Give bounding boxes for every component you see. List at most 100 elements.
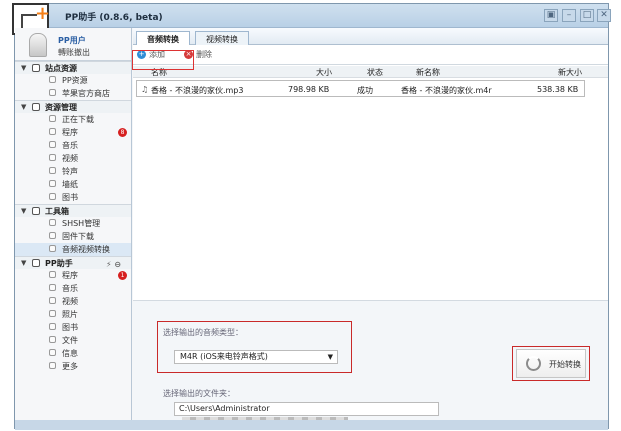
sidebar-section-resource-manager[interactable]: ▼ 资源管理 — [15, 100, 131, 113]
app-icon — [49, 128, 56, 135]
sidebar-section-toolbox[interactable]: ▼ 工具箱 — [15, 204, 131, 217]
book-icon — [49, 323, 56, 330]
window-title: PP助手 (0.8.6, beta) — [65, 13, 163, 23]
avatar[interactable] — [29, 33, 47, 57]
size-header[interactable]: 大小 — [316, 67, 332, 78]
sidebar-item-pp-programs[interactable]: 程序 1 — [15, 269, 131, 282]
sidebar-item-pp-files[interactable]: 文件 — [15, 334, 131, 347]
sidebar-item-audio-video-convert[interactable]: 音频视频转换 — [15, 243, 131, 256]
file-name-cell: 香格 - 不浪漫的家伙.mp3 — [151, 86, 244, 95]
close-button[interactable]: ✕ — [597, 9, 611, 22]
sidebar-item-pp-music[interactable]: 音乐 — [15, 282, 131, 295]
sidebar-item-label: 程序 — [62, 271, 78, 280]
video-icon — [49, 154, 56, 161]
store-icon — [49, 89, 56, 96]
output-folder-field[interactable]: C:\Users\Administrator — [174, 402, 439, 425]
sidebar-item-label: 图书 — [62, 323, 78, 332]
new-size-cell: 538.38 KB — [537, 85, 579, 94]
sidebar-item-wallpaper[interactable]: 墙纸 — [15, 178, 131, 191]
logout-link[interactable]: 轉账撤出 — [58, 47, 90, 58]
sidebar-item-label: PP资源 — [62, 76, 88, 85]
firmware-icon — [49, 232, 56, 239]
sidebar-item-pp-books[interactable]: 图书 — [15, 321, 131, 334]
sidebar-item-pp-video[interactable]: 视频 — [15, 295, 131, 308]
music-icon — [49, 284, 56, 291]
sidebar-item-label: 墙纸 — [62, 180, 78, 189]
device-icon — [32, 259, 40, 267]
table-header: 名称 大小 状态 新名称 新大小 — [133, 66, 608, 78]
sidebar-item-label: 照片 — [62, 310, 78, 319]
sidebar-item-programs[interactable]: 程序 8 — [15, 126, 131, 139]
sidebar-item-music[interactable]: 音乐 — [15, 139, 131, 152]
sidebar-section-pp-assistant[interactable]: ▼ PP助手 ⚡ ⊖ — [15, 256, 131, 269]
manager-icon — [32, 103, 40, 111]
sidebar-item-label: 铃声 — [62, 167, 78, 176]
sidebar-item-label: 正在下载 — [62, 115, 94, 124]
sidebar-item-video[interactable]: 视频 — [15, 152, 131, 165]
photo-icon — [49, 310, 56, 317]
main-panel: 音频转换 视频转换 + 添加 × 删除 名称 大小 状态 新名称 新大小 ♫ 香格 … — [133, 28, 608, 428]
music-icon — [49, 141, 56, 148]
sidebar-item-pp-photos[interactable]: 照片 — [15, 308, 131, 321]
file-icon — [49, 336, 56, 343]
user-panel: PP用户 轉账撤出 — [15, 28, 131, 61]
bell-icon — [49, 167, 56, 174]
sidebar: PP用户 轉账撤出 ▼ 站点资源 PP资源 苹果官方商店 ▼ 资源管理 正在下载 程… — [15, 28, 132, 428]
audio-type-label: 选择输出的音频类型： — [163, 328, 243, 337]
start-convert-button[interactable]: 开始转换 — [516, 349, 586, 378]
more-icon — [49, 362, 56, 369]
toolbox-icon — [32, 207, 40, 215]
refresh-icon — [526, 356, 541, 371]
sidebar-item-firmware[interactable]: 固件下载 — [15, 230, 131, 243]
home-icon — [32, 64, 40, 72]
sidebar-item-pp-more[interactable]: 更多 — [15, 360, 131, 373]
new-name-header[interactable]: 新名称 — [416, 67, 440, 78]
sidebar-item-label: 图书 — [62, 193, 78, 202]
sidebar-item-label: 更多 — [62, 362, 78, 371]
sidebar-item-shsh[interactable]: SHSH管理 — [15, 217, 131, 230]
add-button-highlight — [132, 50, 194, 70]
sidebar-section-site-resources[interactable]: ▼ 站点资源 — [15, 61, 131, 74]
plus-icon: + — [35, 3, 51, 24]
output-folder-label: 选择输出的文件夹： — [163, 389, 235, 398]
dropdown-arrow-icon: ▼ — [327, 353, 333, 361]
sidebar-item-label: 固件下载 — [62, 232, 94, 241]
message-icon — [49, 349, 56, 356]
sidebar-item-label: 文件 — [62, 336, 78, 345]
program-count-badge: 8 — [118, 128, 127, 137]
delete-label: 删除 — [196, 50, 212, 59]
book-icon — [49, 193, 56, 200]
pp-program-count-badge: 1 — [118, 271, 127, 280]
shsh-icon — [49, 219, 56, 226]
new-size-header[interactable]: 新大小 — [558, 67, 582, 78]
table-row[interactable]: ♫ 香格 - 不浪漫的家伙.mp3 798.98 KB 成功 香格 - 不浪漫的… — [136, 80, 585, 97]
sidebar-item-label: 信息 — [62, 349, 78, 358]
window-mode-button[interactable]: ▣ — [544, 9, 558, 22]
tab-video-convert[interactable]: 视频转换 — [195, 31, 249, 45]
sidebar-item-apple-store[interactable]: 苹果官方商店 — [15, 87, 131, 100]
sidebar-item-label: 视频 — [62, 297, 78, 306]
download-icon — [49, 115, 56, 122]
tab-audio-convert[interactable]: 音频转换 — [136, 31, 190, 45]
sidebar-item-downloading[interactable]: 正在下载 — [15, 113, 131, 126]
sidebar-item-label: 音乐 — [62, 284, 78, 293]
sidebar-item-ringtone[interactable]: 铃声 — [15, 165, 131, 178]
image-icon — [49, 180, 56, 187]
user-name[interactable]: PP用户 — [58, 35, 86, 46]
status-cell: 成功 — [357, 86, 373, 95]
sidebar-item-pp-messages[interactable]: 信息 — [15, 347, 131, 360]
sidebar-item-books[interactable]: 图书 — [15, 191, 131, 204]
pp-resource-icon — [49, 76, 56, 83]
minimize-button[interactable]: – — [562, 9, 576, 22]
app-window: + PP助手 (0.8.6, beta) ▣ – □ ✕ PP用户 轉账撤出 ▼… — [12, 3, 611, 430]
status-header[interactable]: 状态 — [367, 67, 383, 78]
file-size-cell: 798.98 KB — [288, 85, 330, 94]
bottom-bar — [15, 420, 608, 430]
sidebar-item-label: 视频 — [62, 154, 78, 163]
sidebar-item-pp-resources[interactable]: PP资源 — [15, 74, 131, 87]
sidebar-item-label: SHSH管理 — [62, 219, 101, 228]
audio-type-select[interactable]: M4R (iOS来电铃声格式) ▼ — [174, 350, 338, 364]
maximize-button[interactable]: □ — [580, 9, 594, 22]
start-convert-label: 开始转换 — [549, 360, 581, 369]
toolbar: + 添加 × 删除 — [133, 45, 608, 65]
